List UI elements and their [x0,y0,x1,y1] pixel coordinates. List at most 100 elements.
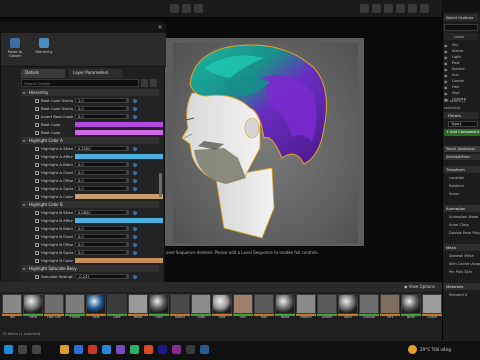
property-value-field[interactable]: 0.0 [75,162,129,167]
reset-arrow-icon[interactable]: ↺ [124,274,129,279]
reset-arrow-icon[interactable]: ↺ [124,170,129,175]
property-value-field[interactable]: 0.0 [75,170,129,175]
view-options-button[interactable]: ◉ View Options [404,283,442,291]
property-value-field[interactable]: 0.0 [75,186,129,191]
asset-tile[interactable]: Ground [359,294,379,324]
override-checkbox[interactable] [35,146,39,151]
color-swatch[interactable] [75,258,163,263]
override-checkbox[interactable] [35,106,39,111]
override-checkbox[interactable] [35,274,39,279]
tab-details[interactable]: Details [21,69,65,78]
window-title-bar[interactable] [1,23,166,33]
asset-tile[interactable]: Flame [65,294,85,324]
asset-tile[interactable]: Check [422,294,442,324]
asset-tile[interactable]: Hair Sim [44,294,64,324]
perspective-icon[interactable] [170,4,179,13]
add-component-button[interactable]: + Add Component [444,129,480,136]
tab-details-right[interactable]: Details [444,112,478,119]
asset-tile[interactable]: Pattern [296,294,316,324]
hierarchy-button[interactable]: Hierarchy [33,36,55,62]
property-value-field[interactable]: 0.0 [75,106,129,111]
override-checkbox[interactable] [35,226,39,231]
component-touch-instance[interactable]: Touch (Instance) [444,146,480,152]
override-checkbox[interactable] [35,130,39,135]
property-category[interactable]: ▾ Hierarchy [21,89,159,96]
reset-arrow-icon[interactable]: ↺ [124,226,129,231]
scale-icon[interactable] [384,4,393,13]
override-checkbox[interactable] [35,186,39,191]
override-checkbox[interactable] [35,178,39,183]
view-options-icon[interactable] [141,79,148,87]
file-explorer-icon[interactable] [60,345,69,354]
tab-layer-parameters[interactable]: Layer Parameters [69,69,123,78]
asset-tile[interactable]: Hair [254,294,274,324]
asset-tile[interactable]: Metal [128,294,148,324]
reset-arrow-icon[interactable]: ↺ [124,242,129,247]
override-checkbox[interactable] [35,242,39,247]
override-checkbox[interactable] [35,98,39,103]
color-swatch[interactable] [75,194,163,199]
app-icon-magenta[interactable] [172,345,181,354]
property-value-field[interactable]: 0.0 [75,178,129,183]
override-checkbox[interactable] [35,170,39,175]
grid-icon[interactable] [396,4,405,13]
paste-to-groom-button[interactable]: Paste to Groom [4,36,26,62]
camera-speed-icon[interactable] [408,4,417,13]
asset-tile[interactable]: Blue [86,294,106,324]
override-checkbox[interactable] [35,234,39,239]
override-checkbox[interactable] [35,122,39,127]
asset-tile[interactable]: Rock [338,294,358,324]
outliner-search-input[interactable] [444,24,478,31]
override-checkbox[interactable] [35,218,39,223]
mail-icon[interactable] [74,345,83,354]
reset-arrow-icon[interactable]: ↺ [124,146,129,151]
rotate-icon[interactable] [372,4,381,13]
reset-arrow-icon[interactable]: ↺ [124,186,129,191]
asset-tile[interactable]: Brick [401,294,421,324]
asset-tile[interactable]: Noise [275,294,295,324]
asset-tile[interactable]: Hero [23,294,43,324]
reset-arrow-icon[interactable]: ↺ [124,250,129,255]
override-checkbox[interactable] [35,162,39,167]
windows-start-icon[interactable] [4,345,13,354]
asset-tile[interactable]: Grid [212,294,232,324]
show-icon[interactable] [194,4,203,13]
asset-tile[interactable]: Beard [170,294,190,324]
property-value-field[interactable]: 0.0 [75,250,129,255]
override-checkbox[interactable] [35,210,39,215]
asset-tile[interactable]: Groom [317,294,337,324]
details-scrollbar[interactable] [159,173,162,197]
property-value-field[interactable]: 0.0850 [75,210,129,215]
task-view-icon[interactable] [32,345,41,354]
tab-world-outliner[interactable]: World Outliner [444,14,478,21]
color-swatch[interactable] [75,130,163,135]
property-category[interactable]: ▾ Highlight Saturate Bevy [21,265,159,272]
reset-arrow-icon[interactable]: ↺ [124,114,129,119]
actor-name-field[interactable]: Type1 [448,121,478,127]
reset-arrow-icon[interactable]: ↺ [124,98,129,103]
override-checkbox[interactable] [35,250,39,255]
property-value-field[interactable]: 1.0 [75,98,129,103]
details-category[interactable]: Transform [444,166,480,173]
close-icon[interactable]: × [156,24,164,32]
property-value-field[interactable]: -0.237 [75,274,129,279]
outliner-label-header[interactable]: Label [444,33,478,40]
move-icon[interactable] [360,4,369,13]
component-skeletal-mesh[interactable]: SkeletalMesh [444,154,480,160]
app-icon-green[interactable] [130,345,139,354]
details-category[interactable]: Materials [444,283,480,290]
reset-arrow-icon[interactable]: ↺ [124,178,129,183]
filter-icon[interactable] [150,79,157,87]
color-swatch[interactable] [75,218,163,223]
weather-text[interactable]: 29°C Trời nắng [420,345,460,354]
override-checkbox[interactable] [35,194,39,199]
details-search-input[interactable] [21,79,139,87]
property-value-field[interactable]: 0.0 [75,242,129,247]
reset-arrow-icon[interactable]: ↺ [124,162,129,167]
property-value-field[interactable]: 0.0 [75,114,129,119]
property-value-field[interactable]: 0.0 [75,226,129,231]
asset-tile[interactable]: Tex [2,294,22,324]
reset-arrow-icon[interactable]: ↺ [124,234,129,239]
details-category[interactable]: Animation [444,205,480,212]
reset-arrow-icon[interactable]: ↺ [124,106,129,111]
